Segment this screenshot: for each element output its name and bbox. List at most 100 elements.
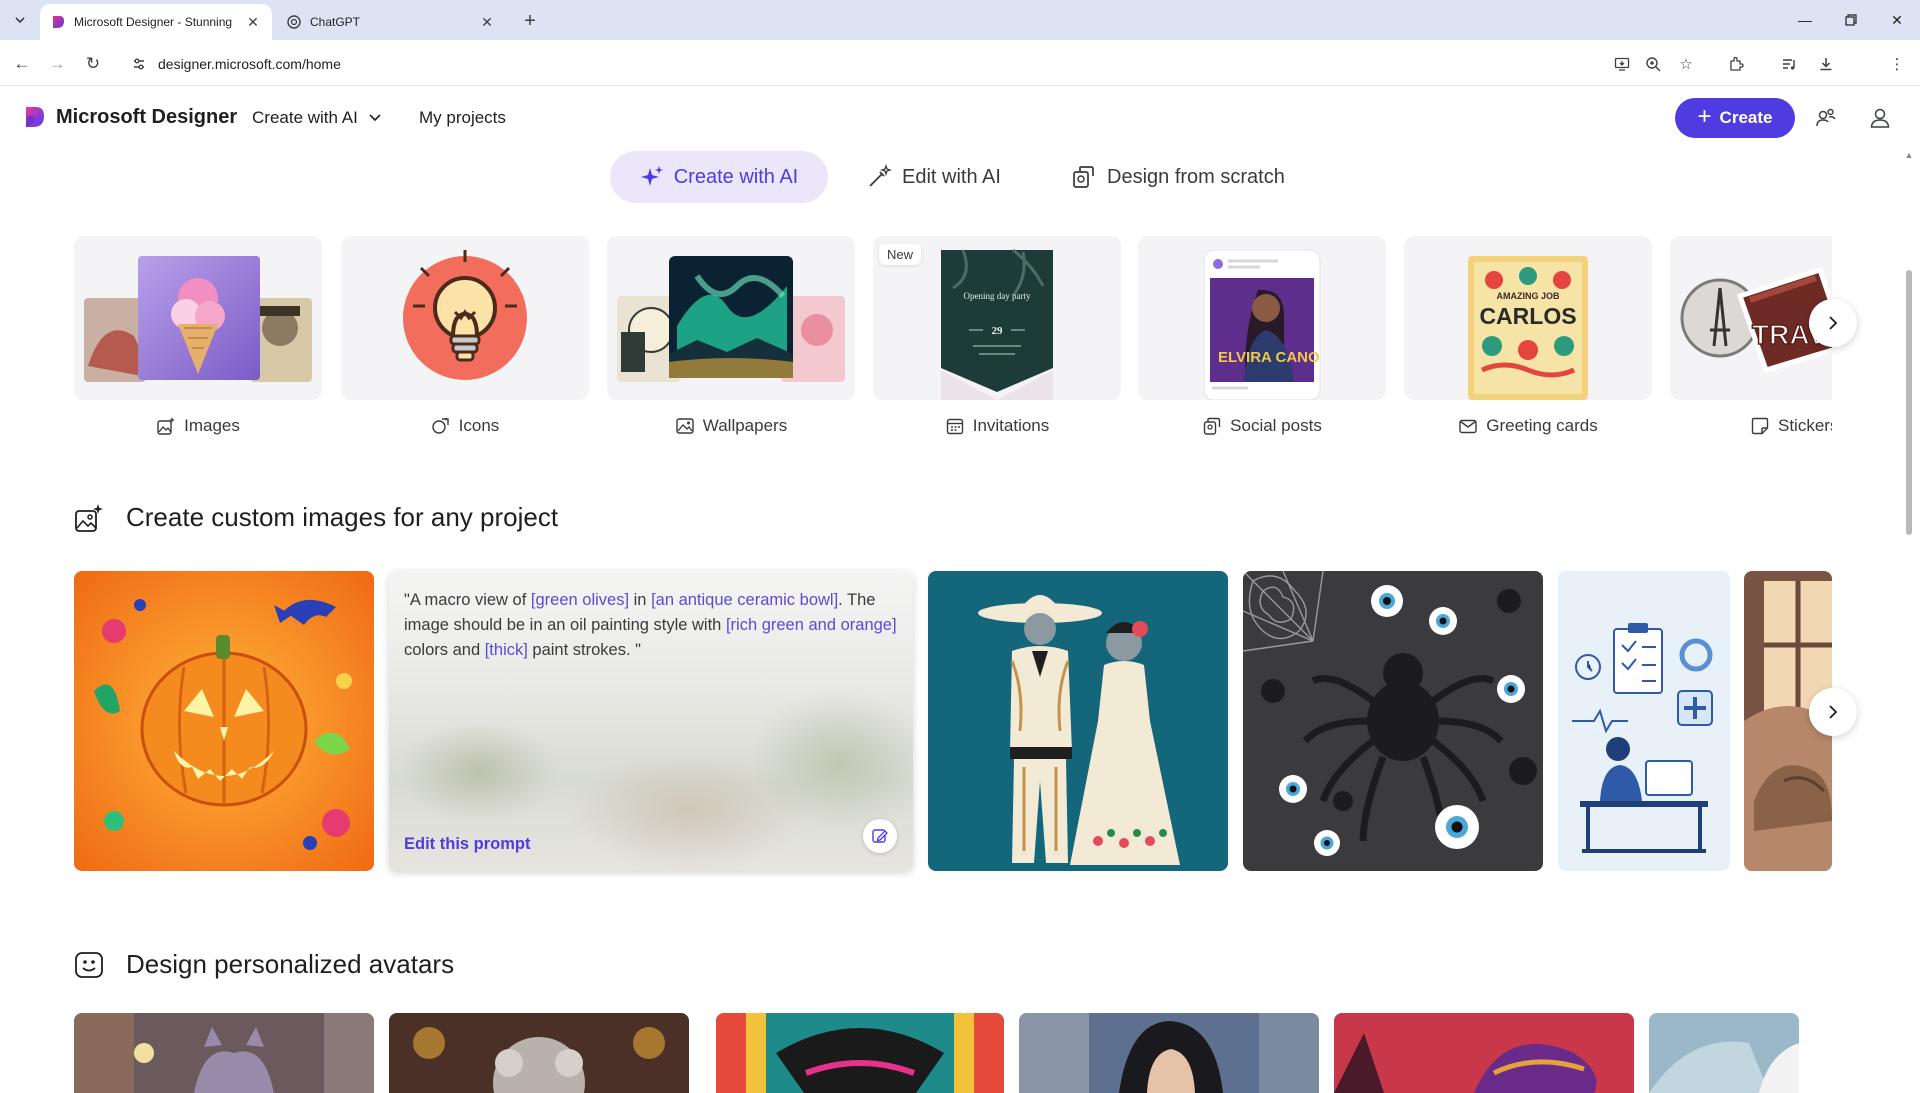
envelope-icon: [1458, 416, 1478, 436]
new-tab-icon[interactable]: +: [518, 9, 542, 33]
brand-name: Microsoft Designer: [56, 105, 238, 128]
download-icon[interactable]: [1814, 52, 1838, 76]
section-title: Design personalized avatars: [126, 949, 455, 979]
category-label: Social posts: [1138, 416, 1386, 436]
avatar-tile[interactable]: [1334, 1013, 1634, 1093]
edit-prompt-icon[interactable]: [863, 819, 897, 853]
category-label: Invitations: [873, 416, 1121, 436]
prompt-placeholder[interactable]: [thick]: [485, 641, 528, 659]
designer-logo-icon: [22, 105, 46, 129]
category-label: Icons: [341, 416, 589, 436]
image-tile-medical[interactable]: [1558, 571, 1730, 871]
category-wallpapers[interactable]: Wallpapers: [607, 236, 855, 436]
category-greeting-cards[interactable]: AMAZING JOB CARLOS Greeting cards: [1404, 236, 1652, 436]
nav-create-with-ai[interactable]: Create with AI: [252, 108, 382, 128]
section-title: Create custom images for any project: [126, 502, 559, 532]
calendar-icon: [945, 416, 965, 436]
zoom-icon[interactable]: [1641, 52, 1665, 76]
avatar-tile[interactable]: [1019, 1013, 1319, 1093]
browser-tab-designer[interactable]: Microsoft Designer - Stunning ✕: [40, 4, 272, 40]
tab-search-dropdown[interactable]: [8, 9, 32, 31]
category-icons[interactable]: Icons: [341, 236, 589, 436]
plus-icon: +: [1697, 103, 1712, 130]
close-window-icon[interactable]: ✕: [1874, 0, 1920, 40]
extensions-icon[interactable]: [1724, 52, 1748, 76]
scroll-up-arrow[interactable]: ▲: [1903, 150, 1915, 160]
nav-my-projects[interactable]: My projects: [419, 108, 506, 128]
forward-icon[interactable]: →: [43, 50, 71, 78]
site-info-icon[interactable]: [130, 55, 148, 73]
sticker-icon: [1750, 416, 1770, 436]
prompt-placeholder[interactable]: [green olives]: [531, 591, 629, 609]
tab-edit-with-ai[interactable]: Edit with AI: [866, 151, 1001, 203]
tab-design-from-scratch[interactable]: Design from scratch: [1071, 151, 1285, 203]
avatar-tile[interactable]: [716, 1013, 1004, 1093]
category-label: Images: [74, 416, 322, 436]
categories-next-button[interactable]: [1809, 299, 1857, 347]
design-icon: [1071, 164, 1097, 190]
category-thumbnail: [607, 236, 855, 400]
social-post-name-text: ELVIRA CANO: [1218, 349, 1320, 366]
install-app-icon[interactable]: [1610, 52, 1634, 76]
image-tile-pumpkin[interactable]: [74, 571, 374, 871]
category-images[interactable]: Images: [74, 236, 322, 436]
browser-tab-chatgpt[interactable]: ChatGPT ✕: [276, 4, 506, 40]
browser-tab-strip: Microsoft Designer - Stunning ✕ ChatGPT …: [0, 0, 1920, 40]
site-header: Microsoft Designer Create with AI My pro…: [0, 87, 1920, 149]
social-post-icon: [1202, 416, 1222, 436]
section-avatars-header: Design personalized avatars: [74, 949, 454, 980]
prompt-fragment: paint strokes. ": [527, 641, 641, 659]
category-invitations[interactable]: Opening day party 29 New Invitations: [873, 236, 1121, 436]
prompt-fragment: in: [629, 591, 652, 609]
create-button[interactable]: + Create: [1675, 98, 1795, 138]
chatgpt-favicon-icon: [286, 14, 302, 30]
close-tab-icon[interactable]: ✕: [478, 13, 496, 31]
prompt-fragment: "A macro view of: [404, 591, 531, 609]
brand[interactable]: Microsoft Designer: [22, 105, 237, 129]
prompt-card[interactable]: "A macro view of [green olives] in [an a…: [389, 571, 913, 871]
browser-menu-icon[interactable]: ⋮: [1885, 52, 1909, 76]
avatar-tile[interactable]: [389, 1013, 689, 1093]
page-scrollbar-thumb[interactable]: [1906, 270, 1912, 535]
url-text: designer.microsoft.com/home: [158, 56, 341, 72]
nav-label: Create with AI: [252, 108, 358, 127]
minimize-icon[interactable]: —: [1782, 0, 1828, 40]
category-thumbnail: [341, 236, 589, 400]
category-social-posts[interactable]: ELVIRA CANO Social posts: [1138, 236, 1386, 436]
chevron-right-icon: [1829, 316, 1838, 330]
icon-shape-icon: [431, 416, 451, 436]
account-icon[interactable]: [1866, 104, 1894, 132]
close-tab-icon[interactable]: ✕: [244, 13, 262, 31]
create-label: Create: [1719, 108, 1773, 127]
image-tile-couple[interactable]: [928, 571, 1228, 871]
media-controls-icon[interactable]: [1777, 52, 1801, 76]
reload-icon[interactable]: ↻: [79, 50, 107, 78]
tab-create-with-ai[interactable]: Create with AI: [610, 151, 828, 203]
image-sparkle-icon: [74, 503, 104, 533]
greeting-line1-text: AMAZING JOB: [1497, 291, 1561, 301]
invitation-title-text: Opening day party: [964, 291, 1031, 301]
category-thumbnail: [74, 236, 322, 400]
chevron-down-icon: [368, 110, 382, 127]
back-icon[interactable]: ←: [8, 50, 36, 78]
edit-prompt-link[interactable]: Edit this prompt: [404, 835, 531, 854]
avatar-tile[interactable]: [1649, 1013, 1799, 1093]
prompt-placeholder[interactable]: [an antique ceramic bowl]: [651, 591, 838, 609]
greeting-line2-text: CARLOS: [1479, 303, 1576, 329]
address-bar[interactable]: designer.microsoft.com/home: [120, 47, 1650, 81]
category-label: Greeting cards: [1404, 416, 1652, 436]
avatar-tile[interactable]: [74, 1013, 374, 1093]
restore-icon[interactable]: [1828, 0, 1874, 40]
image-tile-spider-eyes[interactable]: [1243, 571, 1543, 871]
category-stickers[interactable]: TRAVEL Stickers: [1670, 236, 1832, 436]
prompt-placeholder[interactable]: [rich green and orange]: [726, 616, 897, 634]
prompt-text: "A macro view of [green olives] in [an a…: [404, 588, 904, 663]
new-badge: New: [879, 244, 922, 265]
category-label-text: Greeting cards: [1486, 416, 1598, 435]
nav-label: My projects: [419, 108, 506, 127]
bookmark-star-icon[interactable]: ☆: [1674, 52, 1698, 76]
images-next-button[interactable]: [1809, 688, 1857, 736]
tab-title: Microsoft Designer - Stunning: [74, 15, 233, 29]
share-people-icon[interactable]: [1812, 104, 1840, 132]
category-thumbnail: ELVIRA CANO: [1138, 236, 1386, 400]
